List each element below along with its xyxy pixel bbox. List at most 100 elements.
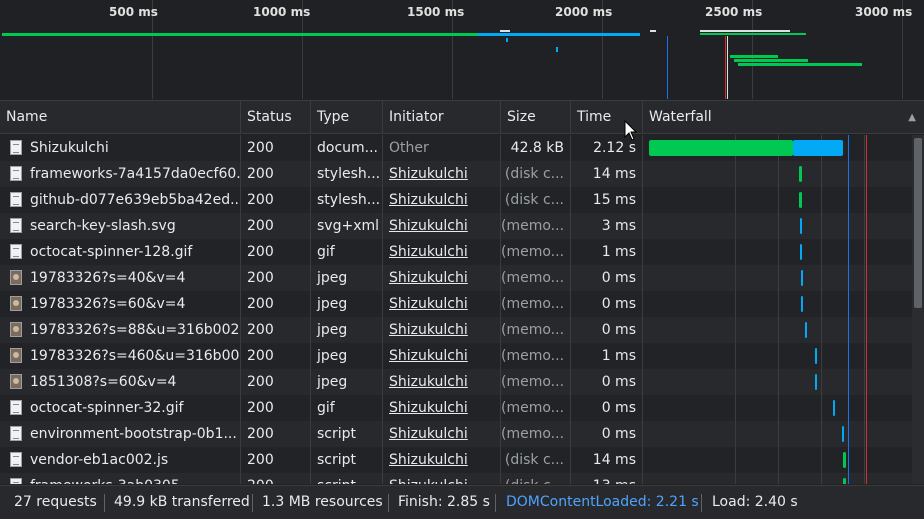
waterfall-label: Waterfall	[649, 109, 712, 125]
time-cell: 0 ms	[571, 317, 643, 343]
name-cell[interactable]: Shizukulchi	[0, 135, 241, 161]
name-cell[interactable]: github-d077e639eb5ba42ed...	[0, 187, 241, 213]
name-cell[interactable]: 19783326?s=60&v=4	[0, 291, 241, 317]
name-cell[interactable]: frameworks-3ab0305...	[0, 473, 241, 484]
document-icon	[10, 426, 22, 441]
name-cell[interactable]: 19783326?s=40&v=4	[0, 265, 241, 291]
initiator-cell[interactable]: Shizukulchi	[383, 343, 501, 369]
initiator-cell[interactable]: Shizukulchi	[383, 395, 501, 421]
status-divider	[701, 494, 702, 512]
waterfall-bar[interactable]	[799, 166, 802, 182]
name-cell[interactable]: 19783326?s=460&u=316b00...	[0, 343, 241, 369]
time-cell: 13 ms	[571, 473, 643, 484]
status-cell: 200	[241, 161, 311, 187]
initiator-cell[interactable]: Shizukulchi	[383, 239, 501, 265]
network-overview[interactable]: 500 ms 1000 ms 1500 ms 2000 ms 2500 ms 3…	[0, 0, 924, 99]
initiator-cell[interactable]: Shizukulchi	[383, 369, 501, 395]
overview-request-bar	[478, 33, 640, 36]
name-cell[interactable]: octocat-spinner-32.gif	[0, 395, 241, 421]
overview-request-bar	[730, 55, 778, 58]
waterfall-bar[interactable]	[833, 400, 835, 416]
waterfall-bar[interactable]	[649, 140, 793, 156]
name-cell[interactable]: 1851308?s=60&v=4	[0, 369, 241, 395]
transferred-size: 49.9 kB transferred	[114, 494, 250, 510]
type-cell: script	[311, 473, 383, 484]
size-cell: (memo...	[501, 343, 571, 369]
waterfall-bar[interactable]	[799, 192, 802, 208]
image-icon	[10, 322, 22, 337]
request-name: github-d077e639eb5ba42ed...	[30, 192, 241, 208]
waterfall-gridline	[821, 135, 822, 484]
overview-request-bar	[738, 63, 862, 66]
size-cell: (memo...	[501, 421, 571, 447]
initiator-cell[interactable]: Shizukulchi	[383, 265, 501, 291]
scrollbar-thumb[interactable]	[914, 138, 922, 308]
document-icon	[10, 452, 22, 467]
time-cell: 15 ms	[571, 187, 643, 213]
time-cell: 1 ms	[571, 239, 643, 265]
initiator-cell[interactable]: Shizukulchi	[383, 473, 501, 484]
type-cell: gif	[311, 239, 383, 265]
waterfall-bar[interactable]	[843, 478, 846, 484]
waterfall-bar-download[interactable]	[793, 140, 843, 156]
column-header-initiator[interactable]: Initiator	[383, 101, 501, 134]
name-cell[interactable]: search-key-slash.svg	[0, 213, 241, 239]
column-header-status[interactable]: Status	[241, 101, 311, 134]
waterfall-bar[interactable]	[800, 218, 802, 234]
status-cell: 200	[241, 473, 311, 484]
waterfall-bar[interactable]	[800, 244, 802, 260]
waterfall-bar[interactable]	[843, 452, 846, 468]
initiator-cell[interactable]: Shizukulchi	[383, 187, 501, 213]
column-header-name[interactable]: Name	[0, 101, 241, 134]
status-cell: 200	[241, 395, 311, 421]
document-icon	[10, 244, 22, 259]
column-header-type[interactable]: Type	[311, 101, 383, 134]
waterfall-bar[interactable]	[805, 322, 807, 338]
waterfall-bar[interactable]	[801, 270, 803, 286]
name-cell[interactable]: 19783326?s=88&u=316b002...	[0, 317, 241, 343]
initiator-cell[interactable]: Shizukulchi	[383, 161, 501, 187]
status-cell: 200	[241, 239, 311, 265]
size-cell: (memo...	[501, 239, 571, 265]
overview-tick: 1500 ms	[407, 0, 464, 99]
document-icon	[10, 218, 22, 233]
name-cell[interactable]: frameworks-7a4157da0ecf60...	[0, 161, 241, 187]
request-table-header: Name Status Type Initiator Size Time Wat…	[0, 100, 924, 134]
tick-label: 500 ms	[109, 5, 158, 19]
waterfall-bar[interactable]	[815, 374, 817, 390]
initiator-cell[interactable]: Shizukulchi	[383, 291, 501, 317]
status-cell: 200	[241, 317, 311, 343]
initiator-cell[interactable]: Shizukulchi	[383, 421, 501, 447]
initiator-cell[interactable]: Shizukulchi	[383, 447, 501, 473]
status-cell: 200	[241, 213, 311, 239]
column-header-waterfall[interactable]: Waterfall ▲	[643, 101, 924, 134]
waterfall-bar[interactable]	[801, 296, 803, 312]
waterfall-column[interactable]	[643, 135, 912, 484]
overview-dcl-marker	[667, 36, 668, 99]
column-header-size[interactable]: Size	[501, 101, 571, 134]
time-cell: 3 ms	[571, 213, 643, 239]
overview-request-bar	[500, 30, 510, 32]
image-icon	[10, 348, 22, 363]
name-cell[interactable]: octocat-spinner-128.gif	[0, 239, 241, 265]
requests-count: 27 requests	[14, 494, 97, 510]
request-name: vendor-eb1ac002.js	[30, 452, 169, 468]
initiator-cell[interactable]: Shizukulchi	[383, 213, 501, 239]
waterfall-bar[interactable]	[815, 348, 817, 364]
status-divider	[495, 494, 496, 512]
name-cell[interactable]: environment-bootstrap-0b1...	[0, 421, 241, 447]
waterfall-gridline	[735, 135, 736, 484]
name-cell[interactable]: vendor-eb1ac002.js	[0, 447, 241, 473]
initiator-cell[interactable]: Shizukulchi	[383, 317, 501, 343]
type-cell: script	[311, 447, 383, 473]
image-icon	[10, 296, 22, 311]
type-cell: stylesh...	[311, 161, 383, 187]
overview-tick: 500 ms	[109, 0, 158, 99]
request-name: octocat-spinner-32.gif	[30, 400, 184, 416]
request-name: 19783326?s=88&u=316b002...	[30, 322, 241, 338]
type-cell: svg+xml	[311, 213, 383, 239]
overview-tick: 2000 ms	[555, 0, 612, 99]
vertical-scrollbar[interactable]	[912, 135, 924, 484]
waterfall-bar[interactable]	[842, 426, 844, 442]
overview-selection-marker	[727, 36, 728, 99]
